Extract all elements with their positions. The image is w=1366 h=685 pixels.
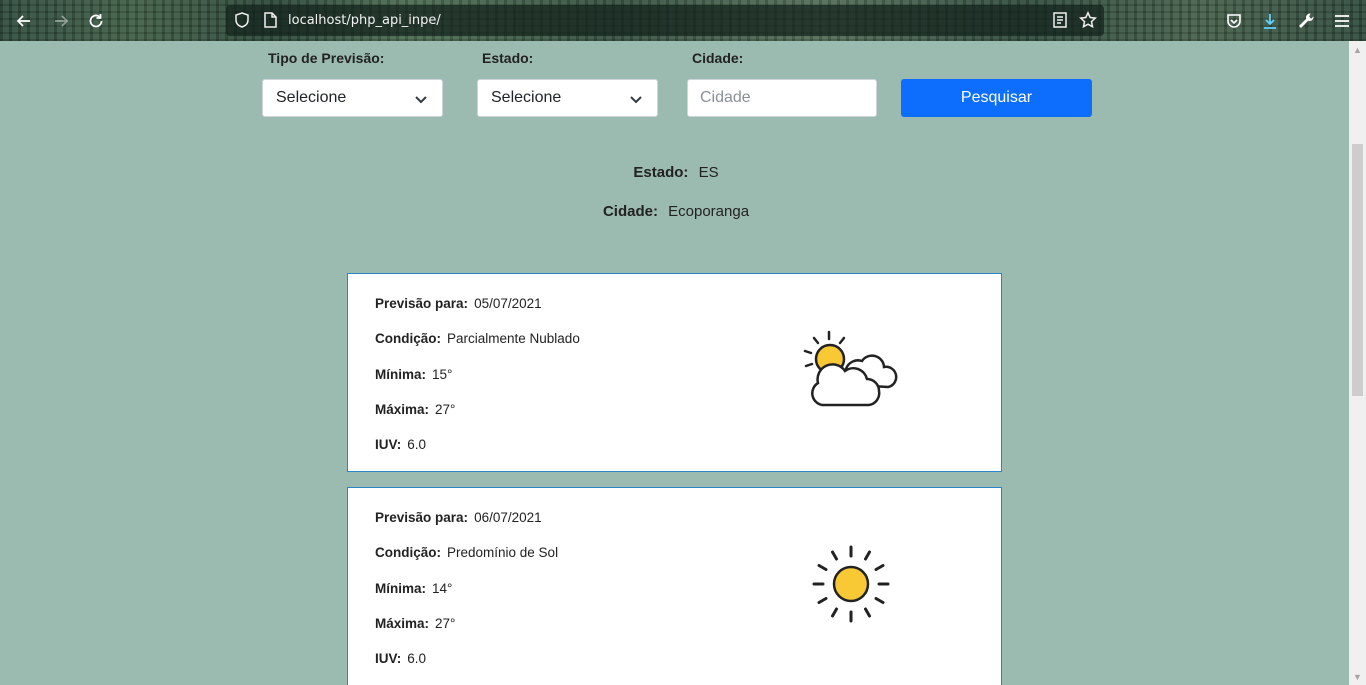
chevron-down-icon [415, 96, 427, 104]
forecast-date-value: 05/07/2021 [474, 296, 542, 311]
reload-icon[interactable] [85, 10, 107, 32]
forecast-max-row: Máxima: 27° [375, 616, 455, 631]
estado-info: Estado: ES [0, 164, 1352, 181]
pesquisar-button[interactable]: Pesquisar [901, 79, 1092, 117]
scroll-up-arrow-icon[interactable]: ▲ [1349, 41, 1366, 58]
url-text[interactable]: localhost/php_api_inpe/ [288, 13, 441, 28]
forecast-condition-label: Condição: [375, 331, 441, 346]
shield-icon[interactable] [233, 11, 251, 29]
wrench-icon[interactable] [1295, 10, 1317, 32]
menu-icon[interactable] [1331, 10, 1353, 32]
forecast-max-value: 27° [435, 402, 456, 417]
estado-select[interactable]: Selecione [477, 79, 658, 117]
forecast-condition-label: Condição: [375, 545, 441, 560]
forecast-iuv-row: IUV: 6.0 [375, 651, 426, 666]
browser-toolbar: localhost/php_api_inpe/ [0, 0, 1366, 41]
forecast-condition-value: Predomínio de Sol [447, 545, 559, 560]
forecast-card: Previsão para: 06/07/2021 Condição: Predom… [347, 487, 1002, 685]
forward-icon[interactable] [50, 10, 72, 32]
forecast-min-value: 14° [432, 581, 453, 596]
scroll-down-arrow-icon[interactable]: ▼ [1349, 668, 1366, 685]
forecast-max-value: 27° [435, 616, 456, 631]
back-icon[interactable] [13, 10, 35, 32]
forecast-iuv-value: 6.0 [407, 437, 427, 452]
cidade-info-value: Ecoporanga [668, 203, 750, 220]
tipo-previsao-select[interactable]: Selecione [262, 79, 443, 117]
forecast-min-label: Mínima: [375, 581, 427, 596]
cidade-info-label: Cidade: [602, 203, 658, 220]
forecast-max-label: Máxima: [375, 402, 430, 417]
tipo-previsao-value: Selecione [276, 89, 347, 106]
estado-label: Estado: [482, 50, 534, 66]
forecast-date-label: Previsão para: [375, 296, 469, 311]
address-bar[interactable]: localhost/php_api_inpe/ [226, 5, 1104, 36]
forecast-card: Previsão para: 05/07/2021 Condição: Parcia… [347, 273, 1002, 472]
reader-view-icon[interactable] [1051, 11, 1069, 29]
estado-info-label: Estado: [633, 164, 689, 181]
partly-cloudy-icon [803, 330, 898, 407]
forecast-condition-row: Condição: Predomínio de Sol [375, 545, 558, 560]
forecast-min-row: Mínima: 15° [375, 367, 452, 382]
forecast-date-label: Previsão para: [375, 510, 469, 525]
forecast-date-value: 06/07/2021 [474, 510, 542, 525]
forecast-max-row: Máxima: 27° [375, 402, 455, 417]
chevron-down-icon [630, 96, 642, 104]
estado-select-value: Selecione [491, 89, 562, 106]
cidade-info: Cidade: Ecoporanga [0, 203, 1352, 220]
bookmark-star-icon[interactable] [1078, 11, 1098, 29]
forecast-min-value: 15° [432, 367, 453, 382]
cidade-label: Cidade: [692, 50, 744, 66]
tipo-previsao-label: Tipo de Previsão: [268, 50, 385, 66]
forecast-iuv-label: IUV: [375, 437, 402, 452]
page-scrollbar[interactable]: ▲ ▼ [1349, 41, 1366, 685]
forecast-iuv-value: 6.0 [407, 651, 427, 666]
forecast-condition-value: Parcialmente Nublado [447, 331, 580, 346]
sun-icon [812, 545, 890, 623]
estado-info-value: ES [698, 164, 719, 181]
download-icon[interactable] [1259, 10, 1281, 32]
pocket-icon[interactable] [1223, 10, 1245, 32]
forecast-min-label: Mínima: [375, 367, 427, 382]
forecast-date-row: Previsão para: 05/07/2021 [375, 296, 542, 311]
forecast-condition-row: Condição: Parcialmente Nublado [375, 331, 580, 346]
scroll-thumb[interactable] [1352, 144, 1363, 396]
forecast-min-row: Mínima: 14° [375, 581, 452, 596]
cidade-input[interactable] [687, 79, 877, 117]
forecast-iuv-label: IUV: [375, 651, 402, 666]
forecast-max-label: Máxima: [375, 616, 430, 631]
page-icon[interactable] [261, 11, 279, 29]
forecast-date-row: Previsão para: 06/07/2021 [375, 510, 542, 525]
forecast-iuv-row: IUV: 6.0 [375, 437, 426, 452]
